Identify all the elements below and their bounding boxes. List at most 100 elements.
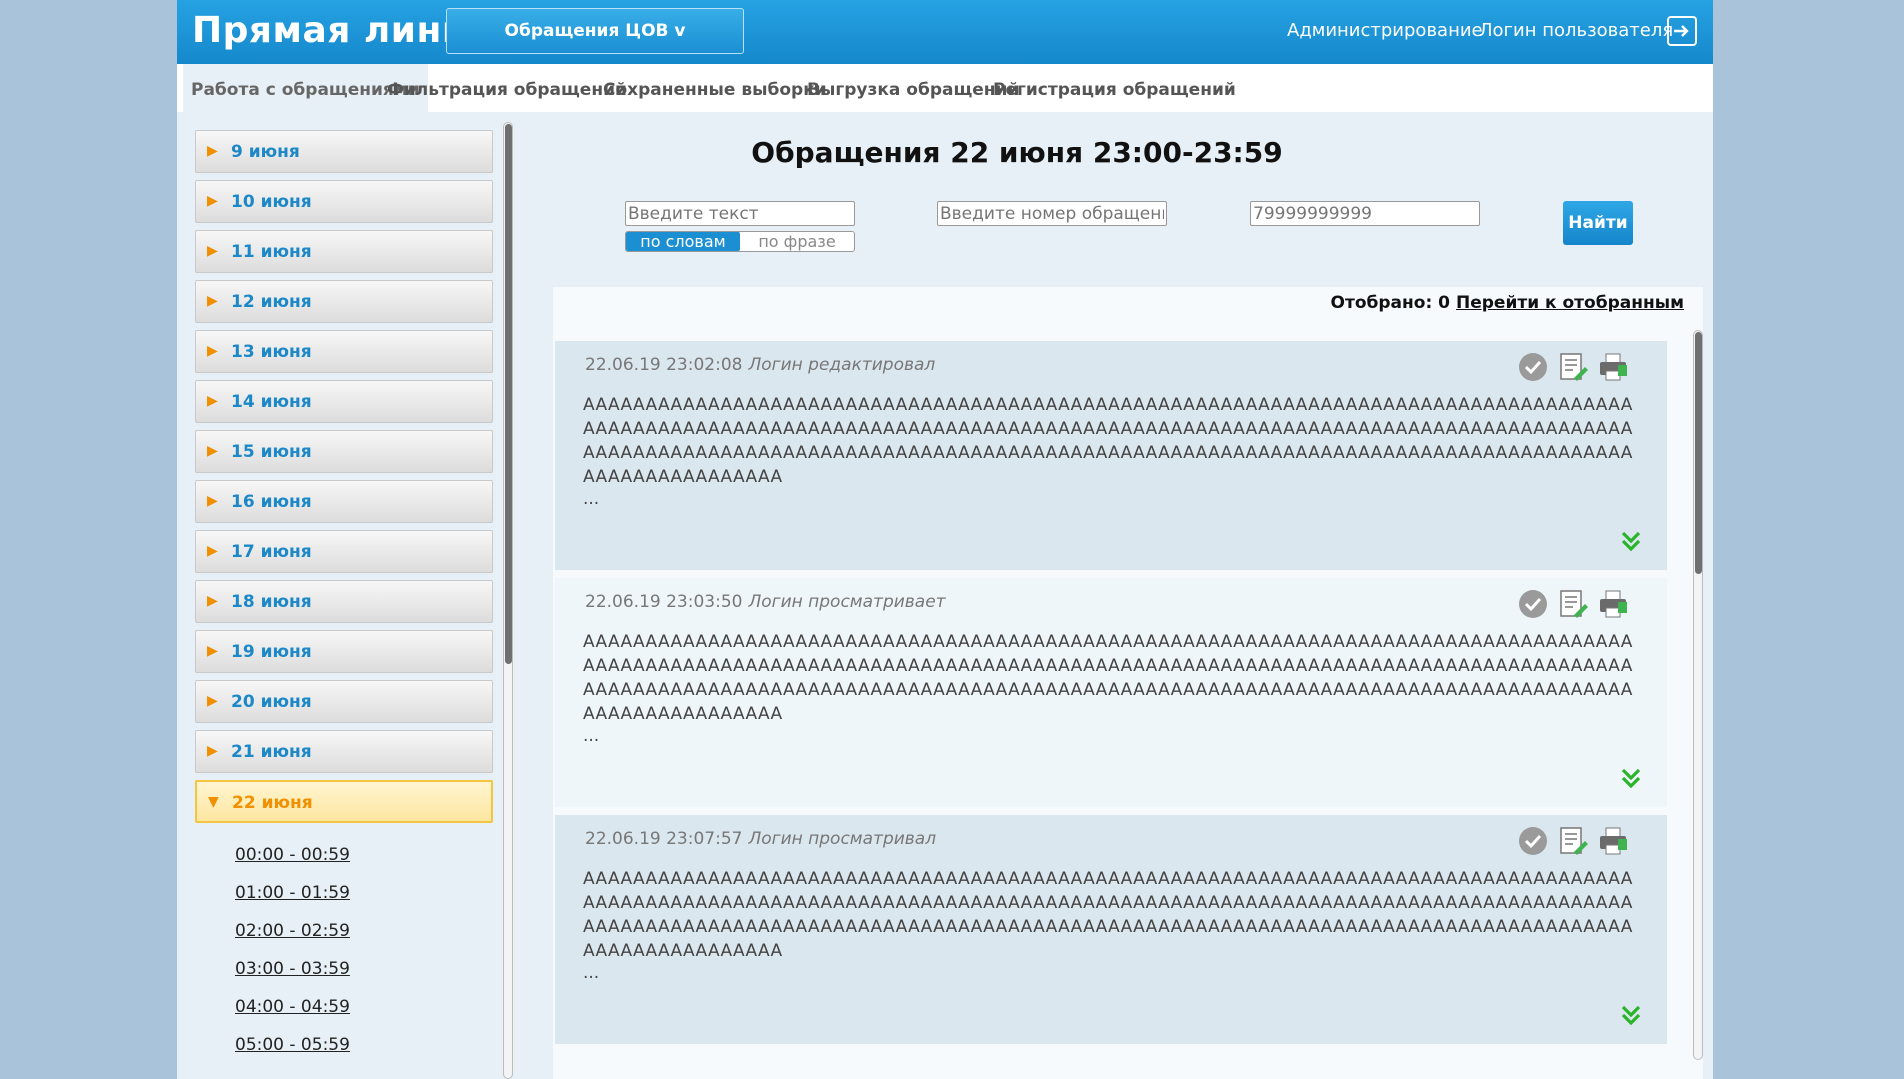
sidebar-day-label: 18 июня	[231, 592, 312, 612]
check-icon[interactable]	[1517, 351, 1549, 383]
sidebar-day-item[interactable]: ▶ 10 июня	[195, 180, 493, 223]
sidebar-day-item[interactable]: ▶ 9 июня	[195, 130, 493, 173]
sidebar-day-item[interactable]: ▶ 20 июня	[195, 680, 493, 723]
record-meta: 22.06.19 23:02:08 Логин редактировал	[585, 355, 935, 375]
sidebar-day-item[interactable]: ▶ 21 июня	[195, 730, 493, 773]
hour-link[interactable]: 00:00 - 00:59	[235, 836, 497, 874]
print-icon[interactable]	[1597, 351, 1629, 383]
record-ellipsis: ...	[583, 489, 600, 509]
edit-icon[interactable]	[1557, 588, 1589, 620]
record-status: Логин просматривает	[748, 592, 946, 612]
sidebar-day-label: 14 июня	[231, 392, 312, 412]
logout-button[interactable]	[1667, 16, 1697, 46]
caret-right-icon: ▶	[207, 393, 218, 409]
section-dropdown[interactable]: Обращения ЦОВ v	[446, 8, 744, 54]
caret-right-icon: ▶	[207, 643, 218, 659]
caret-right-icon: ▶	[207, 193, 218, 209]
sidebar-day-item[interactable]: ▶ 11 июня	[195, 230, 493, 273]
record-card: 22.06.19 23:07:57 Логин просматривал AAAAA…	[555, 815, 1667, 1044]
sidebar-day-label: 13 июня	[231, 342, 312, 362]
expand-icon[interactable]	[1620, 530, 1642, 552]
sidebar-day-item[interactable]: ▶ 18 июня	[195, 580, 493, 623]
sidebar-day-item[interactable]: ▶ 14 июня	[195, 380, 493, 423]
hour-link[interactable]: 03:00 - 03:59	[235, 950, 497, 988]
hour-link[interactable]: 02:00 - 02:59	[235, 912, 497, 950]
sidebar-day-label: 10 июня	[231, 192, 312, 212]
sidebar-day-label: 22 июня	[232, 793, 313, 813]
tab-register[interactable]: Регистрация обращений	[985, 64, 1244, 112]
record-meta: 22.06.19 23:07:57 Логин просматривал	[585, 829, 936, 849]
record-list: 22.06.19 23:02:08 Логин редактировал AAAAA…	[555, 341, 1667, 1052]
results-scrollbar-thumb[interactable]	[1695, 332, 1702, 574]
expand-icon[interactable]	[1620, 767, 1642, 789]
sidebar-day-item[interactable]: ▶ 15 июня	[195, 430, 493, 473]
request-number-input[interactable]	[937, 201, 1167, 226]
sidebar-day-label: 19 июня	[231, 642, 312, 662]
sidebar-day-label: 20 июня	[231, 692, 312, 712]
check-icon[interactable]	[1517, 588, 1549, 620]
sidebar-day-item[interactable]: ▶ 19 июня	[195, 630, 493, 673]
caret-right-icon: ▶	[207, 693, 218, 709]
search-text-input[interactable]	[625, 201, 855, 226]
caret-right-icon: ▶	[207, 443, 218, 459]
hour-link[interactable]: 04:00 - 04:59	[235, 988, 497, 1026]
toggle-by-phrase[interactable]: по фразе	[740, 232, 854, 251]
sidebar-day-item[interactable]: ▶ 17 июня	[195, 530, 493, 573]
record-datetime: 22.06.19 23:03:50	[585, 592, 743, 612]
user-login-link[interactable]: Логин пользователя	[1479, 20, 1673, 41]
sidebar-day-label: 21 июня	[231, 742, 312, 762]
check-icon[interactable]	[1517, 825, 1549, 857]
sidebar-day-open[interactable]: ▼ 22 июня	[195, 780, 493, 823]
caret-right-icon: ▶	[207, 343, 218, 359]
record-datetime: 22.06.19 23:02:08	[585, 355, 743, 375]
hour-list: 00:00 - 00:59 01:00 - 01:59 02:00 - 02:59 0…	[195, 830, 497, 1064]
record-status: Логин редактировал	[748, 355, 936, 375]
go-to-selected-link[interactable]: Перейти к отобранным	[1456, 293, 1684, 313]
sidebar-day-label: 12 июня	[231, 292, 312, 312]
sidebar-day-label: 17 июня	[231, 542, 312, 562]
hour-link[interactable]: 05:00 - 05:59	[235, 1026, 497, 1064]
date-sidebar: ▶ 9 июня ▶ 10 июня ▶ 11 июня ▶ 12 июня ▶ 13 июня ▶…	[195, 130, 497, 1079]
edit-icon[interactable]	[1557, 825, 1589, 857]
selected-counter: Отобрано: 0 Перейти к отобранным	[1331, 293, 1684, 313]
record-text: AAAAAAAAAAAAAAAAAAAAAAAAAAAAAAAAAAAAAAAA…	[583, 869, 1633, 961]
sidebar-day-label: 16 июня	[231, 492, 312, 512]
print-icon[interactable]	[1597, 825, 1629, 857]
sidebar-scrollbar-thumb[interactable]	[505, 124, 512, 664]
record-status: Логин просматривал	[748, 829, 937, 849]
main-nav: Работа с обращениями Фильтрация обращени…	[177, 64, 1713, 112]
print-icon[interactable]	[1597, 588, 1629, 620]
sidebar-day-label: 9 июня	[231, 142, 300, 162]
caret-down-icon: ▼	[208, 794, 219, 810]
caret-right-icon: ▶	[207, 593, 218, 609]
sidebar-day-label: 11 июня	[231, 242, 312, 262]
record-ellipsis: ...	[583, 726, 600, 746]
phone-input[interactable]	[1250, 201, 1480, 226]
sidebar-day-item[interactable]: ▶ 16 июня	[195, 480, 493, 523]
search-mode-toggle[interactable]: по словам по фразе	[625, 231, 855, 252]
toggle-by-words[interactable]: по словам	[626, 232, 740, 251]
caret-right-icon: ▶	[207, 243, 218, 259]
record-datetime: 22.06.19 23:07:57	[585, 829, 743, 849]
expand-icon[interactable]	[1620, 1004, 1642, 1026]
record-meta: 22.06.19 23:03:50 Логин просматривает	[585, 592, 946, 612]
sidebar-day-item[interactable]: ▶ 12 июня	[195, 280, 493, 323]
edit-icon[interactable]	[1557, 351, 1589, 383]
record-ellipsis: ...	[583, 963, 600, 983]
selected-count: Отобрано: 0	[1330, 293, 1450, 313]
sidebar-day-label: 15 июня	[231, 442, 312, 462]
record-card: 22.06.19 23:02:08 Логин редактировал AAAAA…	[555, 341, 1667, 570]
caret-right-icon: ▶	[207, 543, 218, 559]
app-window: Прямая линия Обращения ЦОВ v Администрир…	[177, 0, 1713, 1079]
header: Прямая линия Обращения ЦОВ v Администрир…	[177, 0, 1713, 64]
find-button[interactable]: Найти	[1563, 201, 1633, 245]
caret-right-icon: ▶	[207, 743, 218, 759]
hour-link[interactable]: 01:00 - 01:59	[235, 874, 497, 912]
results-panel: Отобрано: 0 Перейти к отобранным 22.06.19…	[553, 287, 1703, 1079]
sidebar-day-item[interactable]: ▶ 13 июня	[195, 330, 493, 373]
record-text: AAAAAAAAAAAAAAAAAAAAAAAAAAAAAAAAAAAAAAAA…	[583, 632, 1633, 724]
caret-right-icon: ▶	[207, 493, 218, 509]
admin-link[interactable]: Администрирование	[1287, 20, 1483, 41]
logout-icon	[1674, 25, 1689, 37]
caret-right-icon: ▶	[207, 293, 218, 309]
